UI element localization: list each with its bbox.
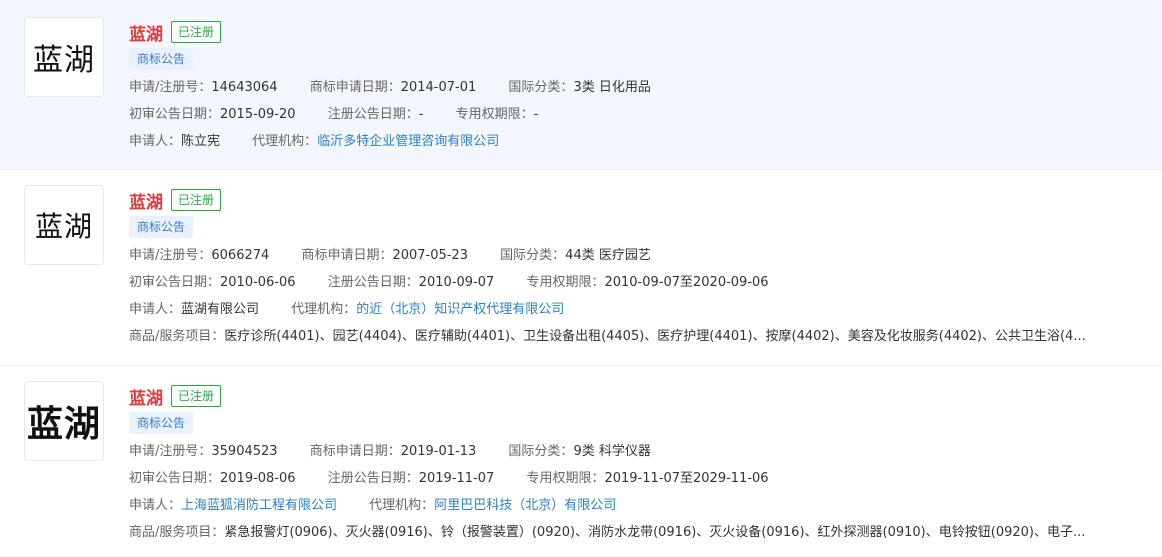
exclusive-period-field: 专用权期限：2010-09-07至2020-09-06 <box>526 275 769 290</box>
applicant-field: 申请人：陈立宪 <box>129 134 221 149</box>
announcement-tag[interactable]: 商标公告 <box>129 48 194 70</box>
tag-row: 商标公告 <box>129 408 1132 438</box>
info-row: 初审公告日期：2019-08-06 注册公告日期：2019-11-07 专用权期… <box>129 465 1132 492</box>
info-row: 申请/注册号：35904523 商标申请日期：2019-01-13 国际分类：9… <box>129 438 1132 465</box>
agency-field: 代理机构：阿里巴巴科技（北京）有限公司 <box>369 498 617 513</box>
status-badge: 已注册 <box>171 385 222 407</box>
tag-row: 商标公告 <box>129 212 1132 242</box>
apply-date-field: 商标申请日期：2007-05-23 <box>301 248 469 263</box>
agency-field: 代理机构：临沂多特企业管理咨询有限公司 <box>252 134 500 149</box>
trademark-name[interactable]: 蓝湖 <box>129 20 163 45</box>
trademark-item[interactable]: 蓝湖 蓝湖 已注册 商标公告 申请/注册号：6066274 商标申请日期：200… <box>0 170 1162 366</box>
apply-date-field: 商标申请日期：2019-01-13 <box>309 444 477 459</box>
info-row: 申请人：蓝湖有限公司 代理机构：的近（北京）知识产权代理有限公司 <box>129 296 1132 323</box>
trademark-content: 蓝湖 已注册 商标公告 申请/注册号：6066274 商标申请日期：2007-0… <box>129 188 1132 350</box>
info-row: 申请/注册号：14643064 商标申请日期：2014-07-01 国际分类：3… <box>129 74 1132 101</box>
tag-row: 商标公告 <box>129 44 1132 74</box>
agency-link[interactable]: 临沂多特企业管理咨询有限公司 <box>317 134 499 149</box>
intl-class-field: 国际分类：9类 科学仪器 <box>508 444 651 459</box>
trademark-item[interactable]: 蓝湖 蓝湖 已注册 商标公告 申请/注册号：35904523 商标申请日期：20… <box>0 366 1162 557</box>
title-row: 蓝湖 已注册 <box>129 188 1132 213</box>
applicant-link[interactable]: 上海蓝狐消防工程有限公司 <box>181 498 337 513</box>
reg-no-field: 申请/注册号：35904523 <box>129 444 278 459</box>
intl-class-field: 国际分类：3类 日化用品 <box>508 80 651 95</box>
status-badge: 已注册 <box>171 189 222 211</box>
reg-ann-date-field: 注册公告日期：2019-11-07 <box>327 471 495 486</box>
apply-date-field: 商标申请日期：2014-07-01 <box>309 80 477 95</box>
trademark-logo[interactable]: 蓝湖 <box>24 185 104 265</box>
applicant-field: 申请人：上海蓝狐消防工程有限公司 <box>129 498 338 513</box>
goods-services-row: 商品/服务项目：医疗诊所(4401)、园艺(4404)、医疗辅助(4401)、卫… <box>129 329 1086 344</box>
info-row: 申请/注册号：6066274 商标申请日期：2007-05-23 国际分类：44… <box>129 242 1132 269</box>
reg-ann-date-field: 注册公告日期：- <box>327 107 424 122</box>
prelim-date-field: 初审公告日期：2019-08-06 <box>129 471 296 486</box>
announcement-tag[interactable]: 商标公告 <box>129 216 194 238</box>
trademark-content: 蓝湖 已注册 商标公告 申请/注册号：14643064 商标申请日期：2014-… <box>129 20 1132 155</box>
trademark-logo[interactable]: 蓝湖 <box>24 17 104 97</box>
agency-link[interactable]: 阿里巴巴科技（北京）有限公司 <box>434 498 616 513</box>
applicant-field: 申请人：蓝湖有限公司 <box>129 302 260 317</box>
info-row: 申请人：陈立宪 代理机构：临沂多特企业管理咨询有限公司 <box>129 128 1132 155</box>
title-row: 蓝湖 已注册 <box>129 384 1132 409</box>
reg-no-field: 申请/注册号：6066274 <box>129 248 270 263</box>
intl-class-field: 国际分类：44类 医疗园艺 <box>500 248 651 263</box>
trademark-item[interactable]: 蓝湖 蓝湖 已注册 商标公告 申请/注册号：14643064 商标申请日期：20… <box>0 0 1162 170</box>
trademark-logo[interactable]: 蓝湖 <box>24 381 104 461</box>
applicant-text: 陈立宪 <box>181 134 221 149</box>
goods-services-text: 紧急报警灯(0906)、灭火器(0916)、铃（报警装置）(0920)、消防水龙… <box>224 525 1086 540</box>
trademark-name[interactable]: 蓝湖 <box>129 188 163 213</box>
info-row: 申请人：上海蓝狐消防工程有限公司 代理机构：阿里巴巴科技（北京）有限公司 <box>129 492 1132 519</box>
exclusive-period-field: 专用权期限：- <box>455 107 539 122</box>
exclusive-period-field: 专用权期限：2019-11-07至2029-11-06 <box>526 471 769 486</box>
status-badge: 已注册 <box>171 21 222 43</box>
applicant-text: 蓝湖有限公司 <box>181 302 260 317</box>
announcement-tag[interactable]: 商标公告 <box>129 412 194 434</box>
agency-link[interactable]: 的近（北京）知识产权代理有限公司 <box>356 302 564 317</box>
trademark-content: 蓝湖 已注册 商标公告 申请/注册号：35904523 商标申请日期：2019-… <box>129 384 1132 546</box>
prelim-date-field: 初审公告日期：2010-06-06 <box>129 275 296 290</box>
trademark-name[interactable]: 蓝湖 <box>129 384 163 409</box>
agency-field: 代理机构：的近（北京）知识产权代理有限公司 <box>291 302 565 317</box>
title-row: 蓝湖 已注册 <box>129 20 1132 45</box>
prelim-date-field: 初审公告日期：2015-09-20 <box>129 107 296 122</box>
goods-services-row: 商品/服务项目：紧急报警灯(0906)、灭火器(0916)、铃（报警装置）(09… <box>129 525 1086 540</box>
info-row: 初审公告日期：2010-06-06 注册公告日期：2010-09-07 专用权期… <box>129 269 1132 296</box>
info-row: 初审公告日期：2015-09-20 注册公告日期：- 专用权期限：- <box>129 101 1132 128</box>
reg-no-field: 申请/注册号：14643064 <box>129 80 278 95</box>
goods-services-text: 医疗诊所(4401)、园艺(4404)、医疗辅助(4401)、卫生设备出租(44… <box>224 329 1086 344</box>
reg-ann-date-field: 注册公告日期：2010-09-07 <box>327 275 495 290</box>
